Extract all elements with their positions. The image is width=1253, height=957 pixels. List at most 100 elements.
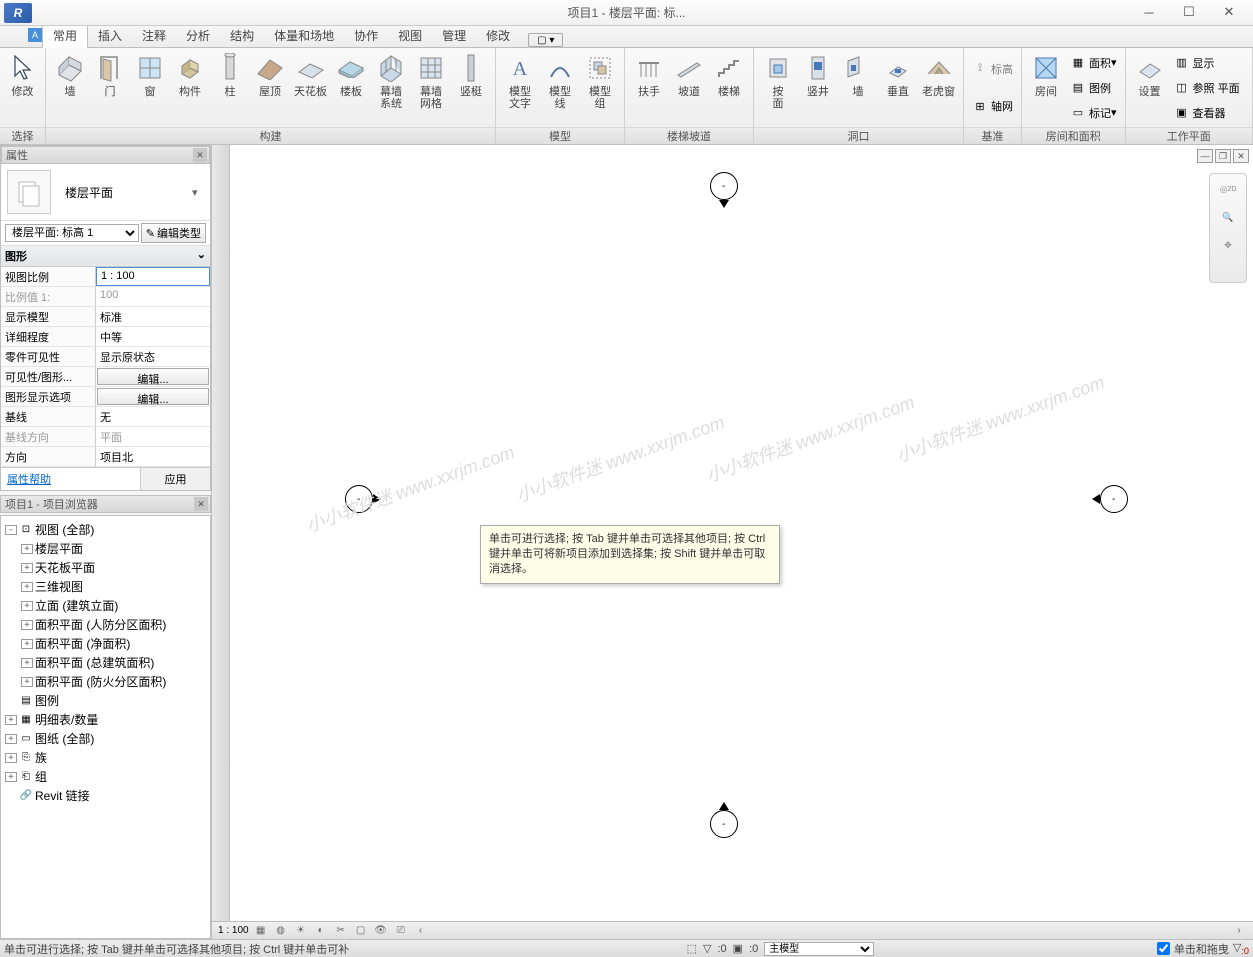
component-button[interactable]: 构件 <box>170 50 210 100</box>
window-button[interactable]: 窗 <box>130 50 170 100</box>
navigation-bar[interactable]: ◎2D 🔍 ✥ <box>1209 173 1247 283</box>
browser-header[interactable]: 项目1 - 项目浏览器✕ <box>0 495 211 513</box>
elevation-marker-east[interactable]: - <box>1100 485 1128 513</box>
property-row[interactable]: 零件可见性显示原状态 <box>1 347 210 367</box>
tree-twisty-icon[interactable]: + <box>21 563 33 573</box>
vertical-button[interactable]: 垂直 <box>878 50 918 100</box>
zoom-icon[interactable]: 🔍 <box>1217 206 1239 228</box>
opening-wall-button[interactable]: 墙 <box>838 50 878 100</box>
design-option-select[interactable]: 主模型 <box>764 942 874 956</box>
property-value[interactable]: 编辑... <box>97 368 209 385</box>
tab-view[interactable]: 视图 <box>388 24 432 47</box>
tree-twisty-icon[interactable]: + <box>21 544 33 554</box>
tree-item[interactable]: +▭图纸 (全部) <box>5 729 206 748</box>
property-row[interactable]: 图形显示选项编辑... <box>1 387 210 407</box>
property-value[interactable]: 无 <box>96 407 210 426</box>
tree-item[interactable]: +⎘族 <box>5 748 206 767</box>
nav-right-icon[interactable]: › <box>1231 924 1247 938</box>
tree-item[interactable]: +立面 (建筑立面) <box>5 596 206 615</box>
property-value[interactable]: 显示原状态 <box>96 347 210 366</box>
curtain-system-button[interactable]: 幕墙 系统 <box>371 50 411 112</box>
tree-item[interactable]: +面积平面 (防火分区面积) <box>5 672 206 691</box>
model-line-button[interactable]: 模型 线 <box>540 50 580 112</box>
tab-insert[interactable]: 插入 <box>88 24 132 47</box>
stair-button[interactable]: 楼梯 <box>709 50 749 100</box>
show-button[interactable]: ▥显示 <box>1170 54 1244 72</box>
tab-manage[interactable]: 管理 <box>432 24 476 47</box>
tab-annotate[interactable]: 注释 <box>132 24 176 47</box>
ceiling-button[interactable]: 天花板 <box>290 50 331 100</box>
property-row[interactable]: 比例值 1:100 <box>1 287 210 307</box>
app-icon[interactable]: R <box>4 3 32 23</box>
hide-icon[interactable]: 👁 <box>373 924 389 938</box>
roof-button[interactable]: 屋顶 <box>250 50 290 100</box>
filter-icon[interactable]: ▽ <box>703 942 711 955</box>
prop-section-graphics[interactable]: 图形⌄ <box>1 246 210 267</box>
railing-button[interactable]: 扶手 <box>629 50 669 100</box>
pan-icon[interactable]: ✥ <box>1217 234 1239 256</box>
area-button[interactable]: ▦面积 ▾ <box>1066 54 1121 72</box>
property-row[interactable]: 显示模型标准 <box>1 307 210 327</box>
tab-collab[interactable]: 协作 <box>344 24 388 47</box>
property-value[interactable]: 项目北 <box>96 447 210 466</box>
tree-twisty-icon[interactable]: + <box>21 601 33 611</box>
curtain-grid-button[interactable]: 幕墙 网格 <box>411 50 451 112</box>
tree-item[interactable]: +三维视图 <box>5 577 206 596</box>
room-button[interactable]: 房间 <box>1026 50 1066 100</box>
tree-twisty-icon[interactable]: + <box>21 658 33 668</box>
filter-off-icon[interactable]: ▽:0 <box>1233 941 1249 956</box>
visual-style-icon[interactable]: ◍ <box>273 924 289 938</box>
properties-help-link[interactable]: 属性帮助 <box>1 468 140 490</box>
sun-path-icon[interactable]: ☀ <box>293 924 309 938</box>
tree-twisty-icon[interactable]: + <box>5 734 17 744</box>
reveal-icon[interactable]: ⎚ <box>393 924 409 938</box>
viewer-button[interactable]: ▣查看器 <box>1170 104 1244 122</box>
model-group-button[interactable]: 模型 组 <box>580 50 620 112</box>
tab-home[interactable]: 常用 <box>42 23 88 48</box>
tab-modify[interactable]: 修改 <box>476 24 520 47</box>
model-text-button[interactable]: A模型 文字 <box>500 50 540 112</box>
modify-button[interactable]: 修改 <box>4 50 41 100</box>
tree-twisty-icon[interactable]: + <box>21 582 33 592</box>
minimize-button[interactable]: ─ <box>1129 0 1169 24</box>
property-value[interactable]: 标准 <box>96 307 210 326</box>
door-button[interactable]: 门 <box>90 50 130 100</box>
view-restore-icon[interactable]: ❐ <box>1215 149 1231 163</box>
shadow-icon[interactable]: ◐ <box>313 924 329 938</box>
property-value[interactable]: 1 : 100 <box>96 267 210 286</box>
tree-item[interactable]: -⊡视图 (全部) <box>5 520 206 539</box>
dormer-button[interactable]: 老虎窗 <box>918 50 959 100</box>
type-name[interactable]: 楼层平面 <box>51 184 192 201</box>
drawing-canvas[interactable]: — ❐ ✕ ◎2D 🔍 ✥ - - - - 小小软件迷 www.xxrjm.co… <box>230 145 1253 921</box>
tab-extra[interactable]: ▢ ▾ <box>528 33 563 47</box>
property-row[interactable]: 视图比例1 : 100 <box>1 267 210 287</box>
detail-level-icon[interactable]: ▦ <box>253 924 269 938</box>
tree-item[interactable]: +▦明细表/数量 <box>5 710 206 729</box>
property-value[interactable]: 编辑... <box>97 388 209 405</box>
property-row[interactable]: 方向项目北 <box>1 447 210 467</box>
instance-selector[interactable]: 楼层平面: 标高 1 <box>5 224 139 242</box>
tree-item[interactable]: ▤图例 <box>5 691 206 710</box>
set-button[interactable]: 设置 <box>1130 50 1170 100</box>
tree-twisty-icon[interactable]: + <box>21 639 33 649</box>
tree-item[interactable]: +面积平面 (人防分区面积) <box>5 615 206 634</box>
property-value[interactable]: 100 <box>96 287 210 306</box>
close-icon[interactable]: ✕ <box>193 148 207 162</box>
property-value[interactable]: 平面 <box>96 427 210 446</box>
view-scale[interactable]: 1 : 100 <box>218 925 249 936</box>
property-row[interactable]: 可见性/图形...编辑... <box>1 367 210 387</box>
tree-twisty-icon[interactable]: + <box>5 772 17 782</box>
view-min-icon[interactable]: — <box>1197 149 1213 163</box>
ramp-button[interactable]: 坡道 <box>669 50 709 100</box>
tree-item[interactable]: +天花板平面 <box>5 558 206 577</box>
tree-twisty-icon[interactable]: + <box>21 620 33 630</box>
tag-button[interactable]: ▭标记 ▾ <box>1066 104 1121 122</box>
nav-left-icon[interactable]: ‹ <box>413 924 429 938</box>
wall-button[interactable]: 墙 <box>50 50 90 100</box>
tree-item[interactable]: +楼层平面 <box>5 539 206 558</box>
tree-twisty-icon[interactable]: - <box>5 525 17 535</box>
type-dropdown-icon[interactable]: ▾ <box>192 186 204 199</box>
tree-item[interactable]: 🔗Revit 链接 <box>5 786 206 805</box>
properties-header[interactable]: 属性✕ <box>1 146 210 164</box>
crop-region-icon[interactable]: ▢ <box>353 924 369 938</box>
